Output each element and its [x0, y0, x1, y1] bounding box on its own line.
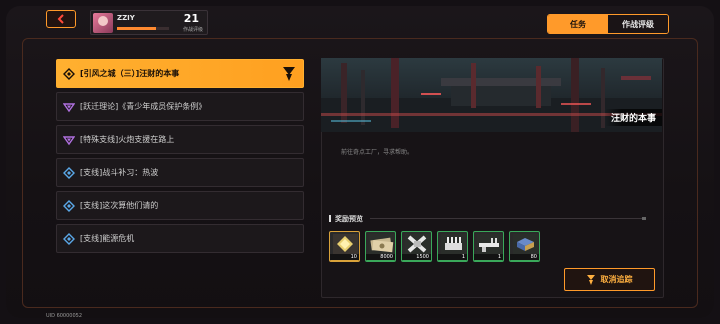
- blue-quest-icon: [62, 166, 76, 180]
- material-icon: [405, 234, 430, 254]
- rewards-divider: [370, 217, 646, 220]
- rewards-heading: 奖励预览: [329, 214, 363, 224]
- rarity-bar: [474, 260, 503, 261]
- player-level: 21: [183, 12, 199, 25]
- gold-crystal-icon: [333, 234, 358, 254]
- ammo-icon: [441, 234, 466, 254]
- rewards-heading-text: 奖励预览: [335, 215, 363, 223]
- reward-item-6[interactable]: 80: [509, 231, 540, 262]
- rarity-bar: [402, 260, 431, 261]
- rarity-bar: [330, 260, 359, 261]
- player-name: ZZIY: [117, 14, 135, 22]
- cancel-tracking-button[interactable]: 取消追踪: [564, 268, 655, 291]
- chevron-left-icon: [57, 14, 64, 24]
- blue-quest-icon: [62, 232, 76, 246]
- reward-item-5[interactable]: 1: [473, 231, 504, 262]
- quest-label: [特殊支线]火炮支援在路上: [80, 135, 175, 144]
- reward-item-4[interactable]: 1: [437, 231, 468, 262]
- avatar: [93, 13, 113, 33]
- quest-banner-image: 汪财的本事: [321, 58, 662, 132]
- quest-item-6[interactable]: [支线]能源危机: [56, 224, 304, 253]
- weapon-icon: [477, 234, 502, 254]
- book-icon: [513, 234, 538, 254]
- level-progress-bar: [117, 27, 169, 30]
- rarity-bar: [438, 260, 467, 261]
- tracking-flag-icon: [283, 67, 295, 81]
- level-progress-fill: [117, 27, 156, 30]
- main-quest-icon: [62, 67, 76, 81]
- quest-item-3[interactable]: [特殊支线]火炮支援在路上: [56, 125, 304, 154]
- rarity-bar: [510, 260, 539, 261]
- quest-item-2[interactable]: [跃迁理论]《青少年成员保护条例》: [56, 92, 304, 121]
- back-button[interactable]: [46, 10, 76, 28]
- tab-missions[interactable]: 任务: [548, 15, 608, 33]
- purple-quest-icon: [62, 133, 76, 147]
- uid-label: UID 60000052: [46, 313, 83, 319]
- quest-description: 前往奇点工厂，寻求帮助。: [341, 149, 414, 156]
- reward-item-1[interactable]: 10: [329, 231, 360, 262]
- quest-label: [支线]战斗补习：热波: [80, 168, 159, 177]
- money-icon: [369, 234, 394, 254]
- tab-combat-rating[interactable]: 作战评级: [608, 15, 668, 33]
- quest-label: [跃迁理论]《青少年成员保护条例》: [80, 102, 207, 111]
- player-profile[interactable]: ZZIY 21 作战评级: [90, 10, 208, 35]
- blue-quest-icon: [62, 199, 76, 213]
- reward-item-2[interactable]: 8000: [365, 231, 396, 262]
- quest-title: 汪财的本事: [604, 109, 662, 126]
- quest-label: [支线]这次算他们请的: [80, 201, 159, 210]
- tab-bar: 任务 作战评级: [547, 14, 669, 34]
- quest-item-4[interactable]: [支线]战斗补习：热波: [56, 158, 304, 187]
- tracking-flag-icon: [586, 274, 595, 285]
- rarity-bar: [366, 260, 395, 261]
- quest-label: [支线]能源危机: [80, 234, 135, 243]
- purple-quest-icon: [62, 100, 76, 114]
- level-caption: 作战评级: [182, 27, 203, 33]
- cancel-tracking-label: 取消追踪: [600, 275, 633, 284]
- quest-label: [引风之城（三）]汪财的本事: [80, 69, 180, 78]
- quest-item-5[interactable]: [支线]这次算他们请的: [56, 191, 304, 220]
- reward-item-3[interactable]: 1500: [401, 231, 432, 262]
- quest-item-1[interactable]: [引风之城（三）]汪财的本事: [56, 59, 304, 88]
